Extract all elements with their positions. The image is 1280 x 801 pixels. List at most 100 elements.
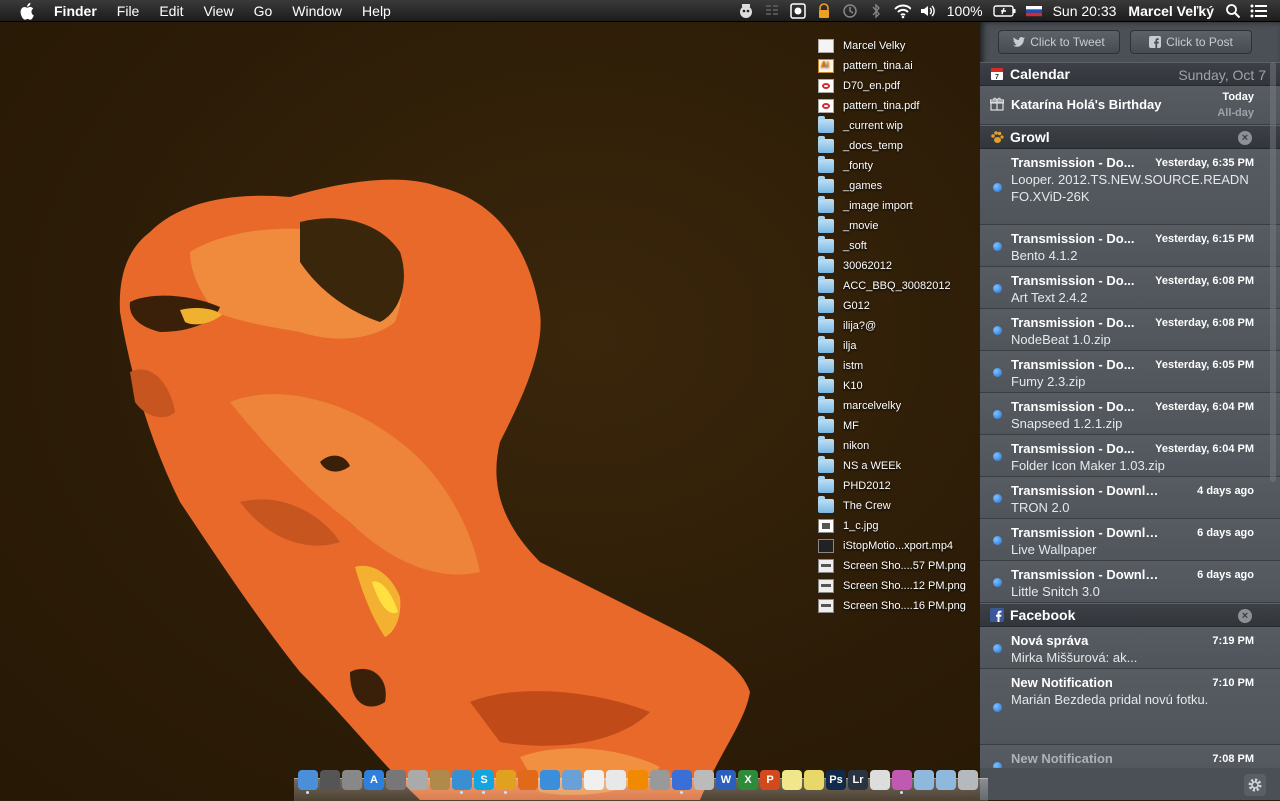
facebook-section-header[interactable]: Facebook ×	[980, 603, 1280, 627]
desktop-item[interactable]: G012	[818, 296, 870, 316]
notification-item[interactable]: Transmission - Do... Yesterday, 6:08 PM Ar…	[980, 267, 1280, 309]
desktop-item[interactable]: pattern_tina.pdf	[818, 96, 919, 116]
desktop-item[interactable]: 30062012	[818, 256, 892, 276]
wifi-icon[interactable]	[893, 2, 911, 20]
growl-section-header[interactable]: Growl ×	[980, 125, 1280, 149]
word-icon[interactable]: W	[716, 770, 736, 790]
preview-icon[interactable]	[408, 770, 428, 790]
calendar-icon[interactable]	[584, 770, 604, 790]
desktop-item[interactable]: D70_en.pdf	[818, 76, 900, 96]
desktop-item[interactable]: ilja	[818, 336, 856, 356]
desktop[interactable]: Marcel Velky pattern_tina.ai D70_en.pdf …	[0, 22, 980, 800]
photo-booth-icon[interactable]	[650, 770, 670, 790]
lock-icon[interactable]	[815, 2, 833, 20]
cpu-monitor-icon[interactable]	[763, 2, 781, 20]
chrome-icon[interactable]	[496, 770, 516, 790]
globe-icon[interactable]	[452, 770, 472, 790]
notification-item[interactable]: Transmission - Do... Yesterday, 6:04 PM Fo…	[980, 435, 1280, 477]
desktop-item[interactable]: ACC_BBQ_30082012	[818, 276, 951, 296]
desktop-item[interactable]: istm	[818, 356, 863, 376]
desktop-item[interactable]: Marcel Velky	[818, 36, 905, 56]
notification-item[interactable]: Transmission - Do... Yesterday, 6:08 PM No…	[980, 309, 1280, 351]
desktop-item[interactable]: The Crew	[818, 496, 891, 516]
desktop-item[interactable]: Screen Sho....16 PM.png	[818, 596, 966, 616]
menu-edit[interactable]: Edit	[159, 3, 183, 19]
desktop-item[interactable]: Screen Sho....57 PM.png	[818, 556, 966, 576]
desktop-item[interactable]: PHD2012	[818, 476, 891, 496]
screen-record-icon[interactable]	[789, 2, 807, 20]
applications-folder-icon[interactable]	[914, 770, 934, 790]
vlc-icon[interactable]	[628, 770, 648, 790]
post-button[interactable]: Click to Post	[1130, 30, 1252, 54]
notification-item[interactable]: Transmission - Do... Yesterday, 6:05 PM Fu…	[980, 351, 1280, 393]
notes-icon[interactable]	[782, 770, 802, 790]
menu-clock[interactable]: Sun 20:33	[1053, 3, 1117, 19]
pinwheel-icon[interactable]	[892, 770, 912, 790]
notification-item[interactable]: Transmission - Do... Yesterday, 6:35 PM Lo…	[980, 149, 1280, 225]
flag-icon[interactable]	[1025, 2, 1043, 20]
excel-icon[interactable]: X	[738, 770, 758, 790]
notification-item[interactable]: Transmission - Download... 4 days ago TRON…	[980, 477, 1280, 519]
volume-icon[interactable]	[919, 2, 937, 20]
menu-go[interactable]: Go	[254, 3, 273, 19]
finder-icon[interactable]	[298, 770, 318, 790]
desktop-item[interactable]: ilija?@	[818, 316, 876, 336]
scrollbar-thumb[interactable]	[1270, 62, 1276, 482]
dashboard-icon[interactable]	[320, 770, 340, 790]
facebook-close-button[interactable]: ×	[1238, 609, 1252, 623]
photoshop-icon[interactable]: Ps	[826, 770, 846, 790]
notification-center-icon[interactable]	[1250, 2, 1268, 20]
desktop-item[interactable]: MF	[818, 416, 859, 436]
menu-view[interactable]: View	[203, 3, 233, 19]
firefox-icon[interactable]	[518, 770, 538, 790]
desktop-item[interactable]: iStopMotio...xport.mp4	[818, 536, 953, 556]
desktop-item[interactable]: Screen Sho....12 PM.png	[818, 576, 966, 596]
desktop-item[interactable]: nikon	[818, 436, 869, 456]
menu-user[interactable]: Marcel Veľký	[1128, 3, 1214, 19]
calendar-section-header[interactable]: 7 Calendar Sunday, Oct 7	[980, 62, 1280, 86]
battery-icon[interactable]	[992, 2, 1017, 20]
desktop-item[interactable]: pattern_tina.ai	[818, 56, 913, 76]
notification-item[interactable]: Transmission - Do... Yesterday, 6:15 PM Be…	[980, 225, 1280, 267]
desktop-item[interactable]: _image import	[818, 196, 913, 216]
desktop-item[interactable]: _movie	[818, 216, 878, 236]
notification-settings-gear-icon[interactable]	[1244, 774, 1266, 796]
desktop-item[interactable]: _games	[818, 176, 882, 196]
tweet-button[interactable]: Click to Tweet	[998, 30, 1120, 54]
contacts-icon[interactable]	[694, 770, 714, 790]
spotlight-icon[interactable]	[1224, 2, 1242, 20]
trash-icon[interactable]	[958, 770, 978, 790]
reminders-icon[interactable]	[606, 770, 626, 790]
notification-item[interactable]: New Notification 7:10 PM Marián Bezdeda pr…	[980, 669, 1280, 745]
apple-menu-icon[interactable]	[20, 2, 38, 20]
rocket-icon[interactable]	[342, 770, 362, 790]
desktop-item[interactable]: 1_c.jpg	[818, 516, 878, 536]
app-store-icon[interactable]: A	[364, 770, 384, 790]
menu-file[interactable]: File	[117, 3, 140, 19]
desktop-item[interactable]: _docs_temp	[818, 136, 903, 156]
growl-close-button[interactable]: ×	[1238, 131, 1252, 145]
stickies-icon[interactable]	[804, 770, 824, 790]
bluetooth-icon[interactable]	[867, 2, 885, 20]
desktop-item[interactable]: NS a WEEk	[818, 456, 901, 476]
notification-item[interactable]: Nová správa 7:19 PM Mirka Miššurová: ak...	[980, 627, 1280, 669]
cinema-icon[interactable]	[870, 770, 890, 790]
battery-percent[interactable]: 100%	[947, 3, 983, 19]
itunes-icon[interactable]	[672, 770, 692, 790]
menu-window[interactable]: Window	[292, 3, 342, 19]
notification-item[interactable]: Transmission - Download... 6 days ago Litt…	[980, 561, 1280, 603]
desktop-item[interactable]: _soft	[818, 236, 867, 256]
automator-icon[interactable]	[386, 770, 406, 790]
skype-icon[interactable]: S	[474, 770, 494, 790]
lightroom-icon[interactable]: Lr	[848, 770, 868, 790]
desktop-item[interactable]: K10	[818, 376, 863, 396]
menu-help[interactable]: Help	[362, 3, 391, 19]
calendar-event[interactable]: Katarína Holá's Birthday Today All-day	[980, 86, 1280, 125]
notification-item[interactable]: Transmission - Download... 6 days ago Live…	[980, 519, 1280, 561]
desktop-item[interactable]: _fonty	[818, 156, 873, 176]
desktop-item[interactable]: marcelvelky	[818, 396, 901, 416]
mail-icon[interactable]	[562, 770, 582, 790]
downloads-folder-icon[interactable]	[936, 770, 956, 790]
archive-icon[interactable]	[430, 770, 450, 790]
alfred-icon[interactable]	[737, 2, 755, 20]
